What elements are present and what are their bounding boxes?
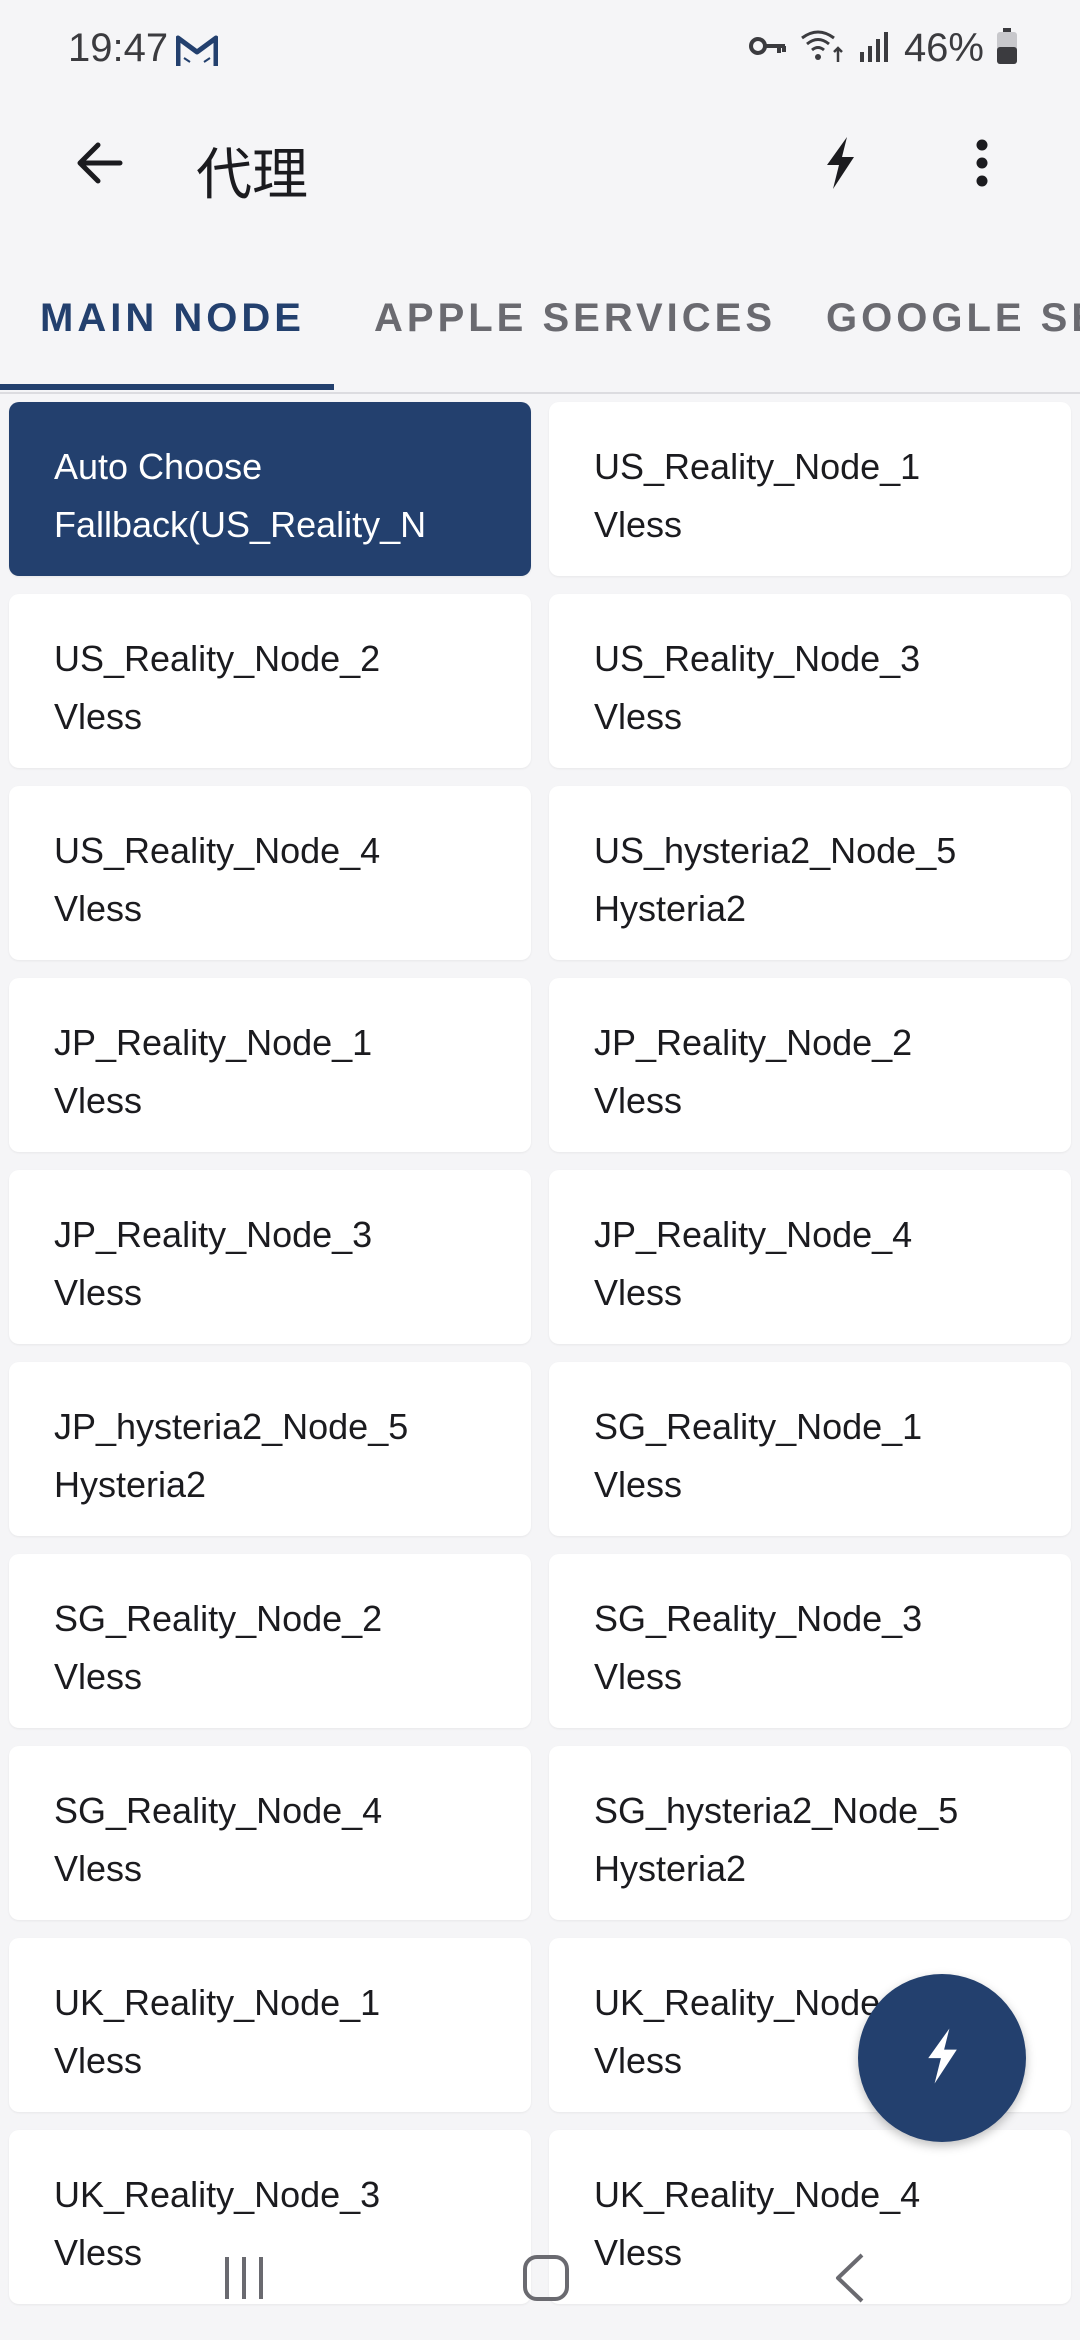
node-type: Vless <box>54 696 143 737</box>
node-card[interactable]: UK_Reality_Node_1 Vless <box>9 1938 531 2112</box>
node-name: UK_Reality_Node_4 <box>594 2174 921 2215</box>
status-bar: 19:47 46% <box>0 0 1080 100</box>
node-name: JP_Reality_Node_2 <box>594 1022 913 1063</box>
latency-test-button[interactable] <box>800 130 880 200</box>
node-name: SG_Reality_Node_1 <box>594 1406 923 1447</box>
node-type: Vless <box>594 1656 683 1697</box>
test-latency-fab[interactable] <box>858 1974 1026 2142</box>
back-arrow-icon <box>76 141 124 190</box>
node-name: US_Reality_Node_3 <box>594 638 921 679</box>
bolt-icon <box>924 2025 960 2092</box>
recent-apps-icon <box>219 2253 269 2308</box>
vpn-key-icon <box>748 31 788 66</box>
node-name: UK_Reality_Node_3 <box>54 2174 381 2215</box>
signal-icon <box>858 30 892 67</box>
node-type: Vless <box>54 1272 143 1313</box>
node-card[interactable]: JP_Reality_Node_3 Vless <box>9 1170 531 1344</box>
node-card[interactable]: SG_Reality_Node_1 Vless <box>549 1362 1071 1536</box>
node-type: Vless <box>54 1656 143 1697</box>
node-type: Vless <box>594 696 683 737</box>
node-type: Hysteria2 <box>594 888 747 929</box>
node-type: Vless <box>54 888 143 929</box>
more-options-button[interactable] <box>942 130 1022 200</box>
node-card[interactable]: US_Reality_Node_1 Vless <box>549 402 1071 576</box>
proxy-group-tabs: MAIN NODE APPLE SERVICES GOOGLE SE <box>0 270 1080 394</box>
node-type: Hysteria2 <box>54 1464 207 1505</box>
node-card[interactable]: JP_Reality_Node_2 Vless <box>549 978 1071 1152</box>
back-button[interactable] <box>60 130 140 200</box>
home-button[interactable] <box>496 2240 596 2320</box>
node-name: US_hysteria2_Node_5 <box>594 830 957 871</box>
node-name: US_Reality_Node_4 <box>54 830 381 871</box>
node-type: Vless <box>594 504 683 545</box>
node-name: JP_Reality_Node_1 <box>54 1022 373 1063</box>
home-icon <box>521 2253 571 2308</box>
gmail-icon <box>175 32 219 68</box>
node-name: US_Reality_Node_1 <box>594 446 921 487</box>
node-type: Vless <box>54 1080 143 1121</box>
node-name: US_Reality_Node_2 <box>54 638 381 679</box>
back-icon <box>830 2251 870 2310</box>
system-nav-bar <box>0 2230 1080 2340</box>
tab-main-node[interactable]: MAIN NODE <box>40 296 305 341</box>
bolt-icon <box>823 136 857 194</box>
wifi-icon <box>800 28 846 69</box>
node-type: Vless <box>54 2040 143 2081</box>
node-card[interactable]: SG_Reality_Node_2 Vless <box>9 1554 531 1728</box>
tab-google-services[interactable]: GOOGLE SE <box>826 296 1080 341</box>
page-title: 代理 <box>196 143 308 208</box>
node-type: Vless <box>594 1080 683 1121</box>
node-card[interactable]: Auto Choose Fallback(US_Reality_N <box>9 402 531 576</box>
node-card[interactable]: US_Reality_Node_2 Vless <box>9 594 531 768</box>
node-card[interactable]: JP_Reality_Node_1 Vless <box>9 978 531 1152</box>
status-time: 19:47 <box>68 26 169 70</box>
node-name: UK_Reality_Node_1 <box>54 1982 381 2023</box>
node-name: JP_Reality_Node_3 <box>54 1214 373 1255</box>
node-type: Hysteria2 <box>594 1848 747 1889</box>
system-back-button[interactable] <box>800 2240 900 2320</box>
status-icons: 46% <box>748 26 1018 71</box>
recent-apps-button[interactable] <box>194 2240 294 2320</box>
node-card[interactable]: JP_hysteria2_Node_5 Hysteria2 <box>9 1362 531 1536</box>
node-card[interactable]: SG_Reality_Node_3 Vless <box>549 1554 1071 1728</box>
node-name: SG_hysteria2_Node_5 <box>594 1790 959 1831</box>
node-name: SG_Reality_Node_2 <box>54 1598 383 1639</box>
node-name: JP_hysteria2_Node_5 <box>54 1406 409 1447</box>
node-card[interactable]: US_hysteria2_Node_5 Hysteria2 <box>549 786 1071 960</box>
app-bar: 代理 <box>0 100 1080 230</box>
node-type: Fallback(US_Reality_N <box>54 504 427 545</box>
node-card[interactable]: US_Reality_Node_4 Vless <box>9 786 531 960</box>
node-card[interactable]: SG_hysteria2_Node_5 Hysteria2 <box>549 1746 1071 1920</box>
node-name: SG_Reality_Node_3 <box>594 1598 923 1639</box>
tab-apple-services[interactable]: APPLE SERVICES <box>374 296 776 341</box>
node-card[interactable]: JP_Reality_Node_4 Vless <box>549 1170 1071 1344</box>
node-type: Vless <box>594 1464 683 1505</box>
node-name: JP_Reality_Node_4 <box>594 1214 913 1255</box>
node-name: SG_Reality_Node_4 <box>54 1790 383 1831</box>
node-card[interactable]: SG_Reality_Node_4 Vless <box>9 1746 531 1920</box>
node-type: Vless <box>54 1848 143 1889</box>
battery-percentage: 46% <box>903 26 984 70</box>
node-name: Auto Choose <box>54 446 263 487</box>
node-card[interactable]: US_Reality_Node_3 Vless <box>549 594 1071 768</box>
battery-icon <box>996 28 1018 69</box>
tab-indicator <box>0 384 334 390</box>
more-vert-icon <box>975 139 989 192</box>
node-type: Vless <box>594 1272 683 1313</box>
